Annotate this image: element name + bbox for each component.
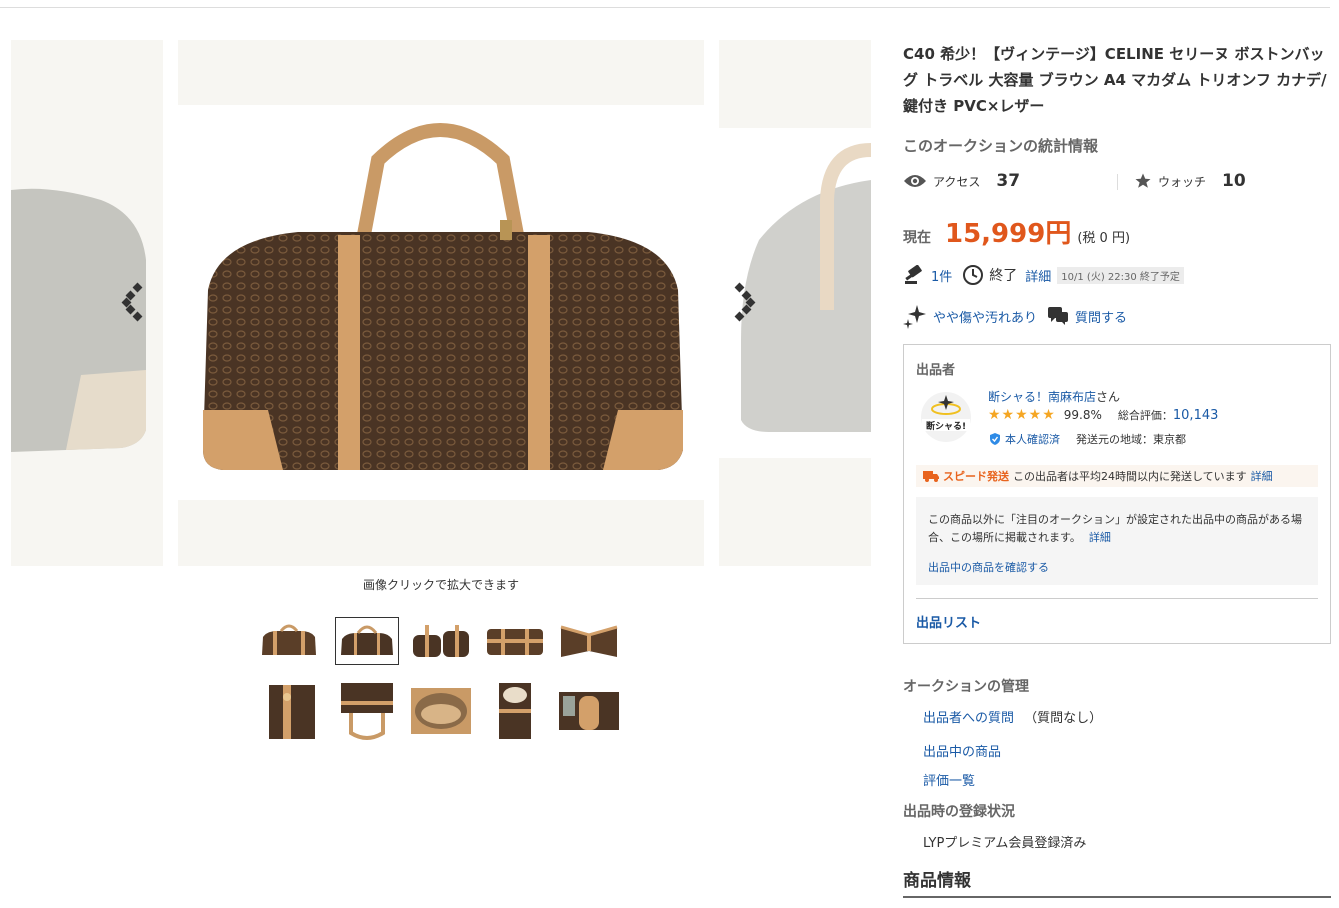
eye-icon [904, 175, 926, 187]
rating-stars: ★★★★★ [988, 407, 1056, 423]
next-image-arrow-icon[interactable] [730, 282, 760, 322]
view-listings-link[interactable]: 出品中の商品を確認する [928, 559, 1049, 577]
registration-status: LYPプレミアム会員登録済み [923, 836, 1087, 851]
thumbnail-7[interactable] [336, 683, 398, 740]
total-rating-label: 総合評価： [1117, 409, 1173, 422]
notice-detail-link[interactable]: 詳細 [1089, 531, 1111, 544]
thumbnail-3[interactable] [410, 618, 472, 664]
ask-question-link[interactable]: 質問する [1075, 307, 1127, 326]
previous-image-arrow-icon[interactable] [120, 282, 150, 322]
speed-shipping-row: スピード発送 この出品者は平均24時間以内に発送しています 詳細 [916, 465, 1318, 487]
thumbnail-6[interactable] [258, 685, 320, 739]
main-image-panel[interactable] [178, 40, 704, 566]
end-detail-link[interactable]: 詳細 [1025, 266, 1051, 285]
star-icon [1135, 173, 1151, 188]
speed-detail-link[interactable]: 詳細 [1251, 468, 1273, 484]
seller-question-row: 出品者への質問 （質問なし） [923, 707, 1102, 726]
zoom-caption: 画像クリックで拡大できます [362, 578, 519, 592]
bid-row: 1件 終了 詳細 10/1 (火) 22:30 終了予定 [903, 264, 1184, 286]
price-label: 現在 [903, 230, 931, 246]
item-title: C40 希少！【ヴィンテージ】CELINE セリーヌ ボストンバッグ トラベル … [903, 45, 1327, 115]
bid-count-link[interactable]: 1件 [931, 266, 952, 285]
watch-stat: ウォッチ 10 [1134, 170, 1246, 192]
thumbnail-2[interactable] [335, 617, 399, 665]
ship-region: 発送元の地域：東京都 [1076, 433, 1186, 446]
featured-notice: この商品以外に「注目のオークション」が設定された出品中の商品がある場合、この場所… [916, 497, 1318, 585]
seller-name-suffix: さん [1096, 390, 1121, 404]
stats-heading: このオークションの統計情報 [903, 137, 1099, 155]
thumbnail-4[interactable] [484, 618, 546, 664]
sparkle-icon [903, 305, 926, 329]
speed-label: スピード発送 [943, 470, 1009, 483]
avatar-text: 断シャる! [926, 420, 966, 432]
price-tax: (税 0 円) [1077, 231, 1131, 246]
access-stat: アクセス 37 [903, 170, 1020, 192]
watch-label: ウォッチ [1158, 174, 1207, 189]
verify-row: 本人確認済 発送元の地域：東京都 [988, 431, 1186, 447]
thumbnail-9[interactable] [484, 683, 546, 739]
total-rating-link[interactable]: 10,143 [1173, 408, 1219, 423]
seller-avatar[interactable]: 断シャる! [920, 387, 972, 445]
access-value: 37 [996, 171, 1021, 191]
active-listings-link[interactable]: 出品中の商品 [923, 741, 1001, 760]
seller-name-row: 断シャる！南麻布店さん [988, 388, 1120, 405]
current-price: 15,999円 [945, 219, 1072, 249]
seller-divider [916, 598, 1318, 599]
end-label: 終了 [989, 268, 1018, 284]
shield-check-icon [990, 433, 1000, 445]
seller-list-link[interactable]: 出品リスト [916, 612, 981, 631]
product-info-underline [903, 896, 1331, 898]
management-heading: オークションの管理 [903, 679, 1029, 695]
gavel-icon [905, 265, 922, 284]
rating-row: ★★★★★ 99.8% 総合評価： 10,143 [988, 406, 1218, 424]
stats-divider [1117, 174, 1118, 190]
speed-text: この出品者は平均24時間以内に発送しています [1013, 470, 1247, 483]
seller-question-link[interactable]: 出品者への質問 [923, 711, 1014, 726]
question-note: （質問なし） [1024, 711, 1103, 726]
main-bag-image [178, 105, 704, 500]
product-info-heading: 商品情報 [903, 871, 971, 891]
notice-text: この商品以外に「注目のオークション」が設定された出品中の商品がある場合、この場所… [928, 513, 1302, 544]
registration-heading: 出品時の登録状況 [903, 804, 1015, 820]
image-gallery [11, 40, 871, 566]
thumbnail-5[interactable] [558, 618, 620, 664]
seller-name-link[interactable]: 断シャる！南麻布店 [988, 390, 1096, 404]
access-label: アクセス [933, 174, 981, 189]
seller-heading: 出品者 [916, 363, 956, 378]
price-row: 現在 15,999円 (税 0 円) [903, 213, 1130, 250]
verified-link[interactable]: 本人確認済 [1005, 431, 1060, 447]
thumbnail-1[interactable] [258, 618, 320, 664]
thumbnail-8[interactable] [410, 688, 472, 734]
end-time: 10/1 (火) 22:30 終了予定 [1057, 266, 1184, 284]
seller-box: 出品者 断シャる! 断シャる！南麻布店さん ★★★★★ 99.8% 総合評価： … [903, 344, 1331, 644]
top-divider [0, 7, 1330, 8]
thumbnail-10[interactable] [558, 688, 620, 734]
ratings-list-link[interactable]: 評価一覧 [923, 770, 975, 789]
clock-icon [963, 265, 984, 285]
condition-row: やや傷や汚れあり 質問する [903, 303, 1127, 329]
question-chat-icon [1048, 307, 1069, 325]
positive-rate: 99.8% [1063, 408, 1102, 422]
condition-link[interactable]: やや傷や汚れあり [933, 307, 1037, 326]
watch-value: 10 [1222, 171, 1246, 191]
truck-icon [923, 471, 939, 482]
